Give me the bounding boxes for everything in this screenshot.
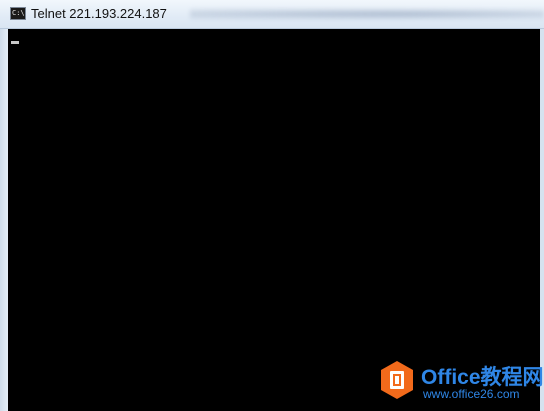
text-cursor	[11, 41, 19, 44]
title-bar[interactable]: C:\ Telnet 221.193.224.187	[0, 0, 544, 29]
watermark: Office教程网 www.office26.com	[380, 358, 544, 411]
watermark-url: www.office26.com	[423, 387, 520, 401]
window-left-border	[0, 29, 8, 411]
blurred-background-region	[190, 6, 544, 22]
window-title: Telnet 221.193.224.187	[31, 6, 167, 21]
telnet-window: C:\ Telnet 221.193.224.187 Office教程网 www…	[0, 0, 544, 411]
window-right-border	[540, 29, 544, 411]
command-prompt-icon[interactable]: C:\	[10, 7, 26, 20]
console-area[interactable]	[8, 29, 540, 411]
office-logo-icon	[381, 361, 413, 399]
